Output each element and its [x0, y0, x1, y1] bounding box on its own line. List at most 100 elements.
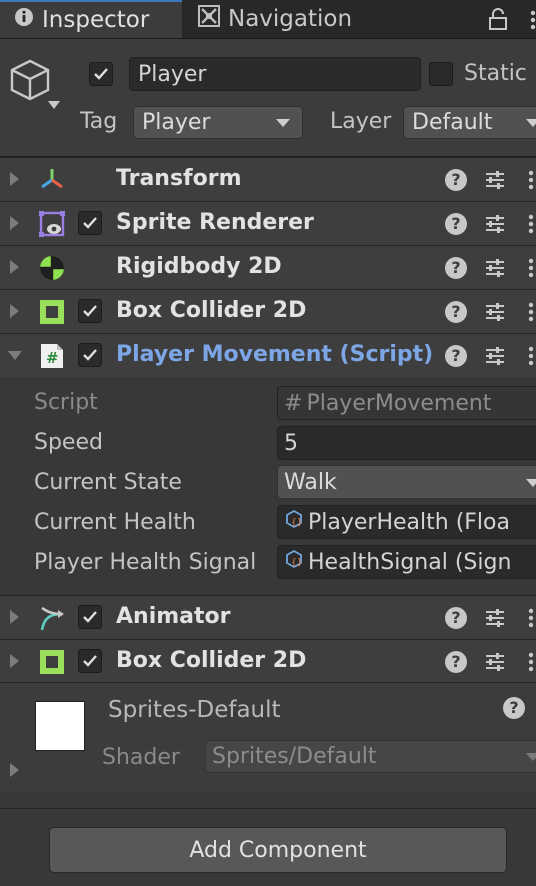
tab-navigation[interactable]: Navigation — [186, 0, 352, 38]
help-icon[interactable]: ? — [445, 213, 467, 235]
lock-icon[interactable] — [488, 8, 508, 34]
gameobject-header: Player Static Tag Player Layer Default — [0, 39, 536, 157]
current-state-label: Current State — [34, 470, 182, 495]
gameobject-cube-icon[interactable] — [10, 57, 66, 117]
component-enabled-checkbox[interactable] — [78, 343, 102, 367]
script-hash-icon: # — [284, 390, 303, 416]
component-menu-icon[interactable] — [528, 214, 534, 238]
component-menu-icon[interactable] — [528, 608, 534, 632]
component-name: Rigidbody 2D — [116, 254, 282, 279]
component-rigidbody-2d[interactable]: Rigidbody 2D ? — [0, 245, 536, 289]
script-value: PlayerMovement — [306, 390, 492, 416]
static-checkbox[interactable] — [429, 62, 453, 86]
tab-inspector[interactable]: Inspector — [0, 0, 182, 38]
info-icon — [14, 7, 34, 33]
component-enabled-checkbox[interactable] — [78, 299, 102, 323]
sprite-renderer-icon — [38, 210, 66, 238]
current-health-label: Current Health — [34, 510, 196, 535]
chevron-down-icon — [526, 479, 536, 487]
component-enabled-checkbox[interactable] — [78, 649, 102, 673]
player-health-signal-field[interactable]: {} HealthSignal (Sign — [277, 545, 536, 579]
presets-icon[interactable] — [484, 345, 506, 367]
svg-text:#: # — [46, 349, 59, 367]
component-name[interactable]: Player Movement (Script) — [116, 342, 433, 367]
gameobject-name-field[interactable]: Player — [129, 57, 421, 91]
help-icon[interactable]: ? — [445, 257, 467, 279]
expand-arrow-icon[interactable] — [10, 610, 19, 624]
help-icon[interactable]: ? — [445, 651, 467, 673]
component-menu-icon[interactable] — [528, 258, 534, 282]
component-box-collider-2d[interactable]: Box Collider 2D ? — [0, 289, 536, 333]
svg-text:{}: {} — [291, 518, 302, 528]
script-icon: # — [38, 342, 66, 370]
expand-arrow-icon[interactable] — [10, 172, 19, 186]
expand-arrow-icon[interactable] — [10, 304, 19, 318]
component-enabled-checkbox[interactable] — [78, 211, 102, 235]
svg-text:{}: {} — [291, 558, 302, 568]
layer-label: Layer — [330, 109, 392, 134]
tab-navigation-label: Navigation — [228, 6, 353, 32]
component-menu-icon[interactable] — [528, 302, 534, 326]
presets-icon[interactable] — [484, 257, 506, 279]
component-menu-icon[interactable] — [528, 170, 534, 194]
box-collider-icon — [38, 298, 66, 326]
component-transform[interactable]: Transform ? — [0, 157, 536, 201]
component-name: Sprite Renderer — [116, 210, 314, 235]
component-sprite-renderer[interactable]: Sprite Renderer ? — [0, 201, 536, 245]
tab-bar: Inspector Navigation — [0, 0, 536, 39]
static-label: Static — [464, 61, 527, 86]
navigation-icon — [198, 5, 220, 33]
help-icon[interactable]: ? — [445, 301, 467, 323]
current-health-field[interactable]: {} PlayerHealth (Floa — [277, 505, 536, 539]
active-checkbox[interactable] — [89, 62, 113, 86]
player-health-signal-label: Player Health Signal — [34, 550, 257, 575]
presets-icon[interactable] — [484, 651, 506, 673]
scriptable-object-icon: {} — [284, 509, 304, 535]
rigidbody2d-icon — [38, 254, 66, 282]
tab-menu-icon[interactable] — [530, 10, 536, 34]
presets-icon[interactable] — [484, 213, 506, 235]
chevron-down-icon — [526, 753, 536, 761]
component-menu-icon[interactable] — [528, 346, 534, 370]
shader-label: Shader — [102, 745, 180, 770]
script-label: Script — [34, 390, 98, 415]
component-name: Box Collider 2D — [116, 648, 307, 673]
presets-icon[interactable] — [484, 301, 506, 323]
script-field: # PlayerMovement — [277, 386, 536, 420]
component-enabled-checkbox[interactable] — [78, 605, 102, 629]
material-name: Sprites-Default — [108, 697, 281, 723]
collapse-arrow-icon[interactable] — [8, 351, 22, 360]
component-animator[interactable]: Animator ? — [0, 595, 536, 639]
script-properties: Script # PlayerMovement Speed 5 Current … — [0, 377, 536, 595]
box-collider-icon — [38, 648, 66, 676]
presets-icon[interactable] — [484, 607, 506, 629]
speed-field[interactable]: 5 — [277, 426, 536, 460]
tag-dropdown[interactable]: Player — [133, 106, 303, 139]
add-component-button[interactable]: Add Component — [49, 827, 507, 873]
help-icon[interactable]: ? — [445, 607, 467, 629]
shader-dropdown[interactable]: Sprites/Default — [205, 740, 536, 773]
help-icon[interactable]: ? — [503, 697, 525, 719]
component-menu-icon[interactable] — [528, 652, 534, 676]
component-name: Box Collider 2D — [116, 298, 307, 323]
expand-arrow-icon[interactable] — [10, 763, 19, 777]
material-section: Sprites-Default ? Shader Sprites/Default — [0, 682, 536, 792]
component-box-collider-2d-second[interactable]: Box Collider 2D ? — [0, 639, 536, 683]
component-name: Transform — [116, 166, 242, 191]
expand-arrow-icon[interactable] — [10, 654, 19, 668]
chevron-down-icon — [526, 119, 536, 127]
material-preview[interactable] — [35, 701, 85, 751]
presets-icon[interactable] — [484, 169, 506, 191]
current-health-value: PlayerHealth (Floa — [308, 509, 510, 535]
tag-value: Player — [142, 110, 211, 135]
current-state-dropdown[interactable]: Walk — [277, 465, 536, 499]
layer-dropdown[interactable]: Default — [403, 106, 536, 139]
help-icon[interactable]: ? — [445, 169, 467, 191]
animator-icon — [38, 604, 66, 632]
scriptable-object-icon: {} — [284, 549, 304, 575]
expand-arrow-icon[interactable] — [10, 216, 19, 230]
component-player-movement-script[interactable]: # Player Movement (Script) ? — [0, 333, 536, 377]
current-state-value: Walk — [284, 469, 337, 495]
expand-arrow-icon[interactable] — [10, 260, 19, 274]
help-icon[interactable]: ? — [445, 345, 467, 367]
